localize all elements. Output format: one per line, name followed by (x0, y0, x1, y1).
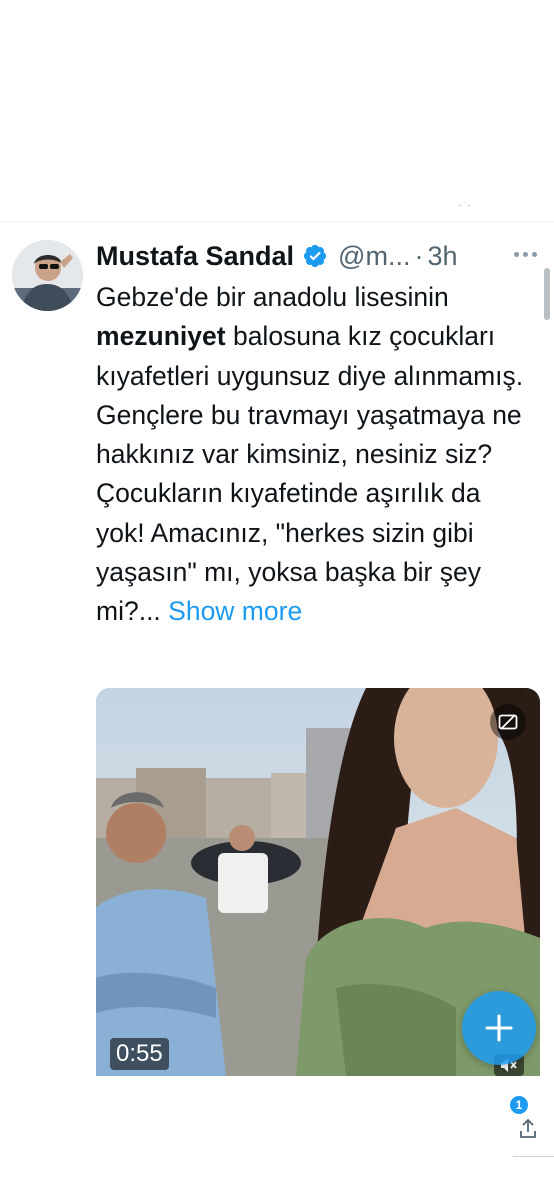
no-captions-icon[interactable] (490, 704, 526, 740)
tweet-header: Mustafa Sandal @m... · 3h (96, 236, 546, 276)
tweet-time[interactable]: 3h (427, 241, 457, 272)
video-duration: 0:55 (110, 1038, 169, 1070)
separator-dot: · (414, 240, 424, 271)
compose-button[interactable] (462, 991, 536, 1065)
author-name[interactable]: Mustafa Sandal (96, 241, 294, 272)
tweet-text-body: balosuna kız çocukları kıyafetleri uygun… (96, 321, 524, 627)
divider-bottom (513, 1156, 554, 1157)
more-horizontal-icon[interactable] (514, 244, 540, 264)
show-more-link[interactable]: Show more (168, 596, 302, 626)
tweet-text-line1: Gebze'de bir anadolu lisesinin (96, 282, 449, 312)
divider (0, 221, 554, 222)
tweet-text-bold: mezuniyet (96, 321, 226, 352)
action-strip (513, 1076, 554, 1156)
plus-icon (485, 1014, 513, 1042)
blank-area (0, 0, 554, 220)
loading-dots: ·· (458, 200, 477, 211)
verified-badge-icon (303, 244, 327, 268)
author-handle[interactable]: @m... (338, 241, 410, 272)
scrollbar[interactable] (544, 268, 550, 320)
tweet-text: Gebze'de bir anadolu lisesinin mezuniyet… (96, 278, 536, 632)
avatar[interactable] (12, 240, 83, 311)
notification-badge: 1 (510, 1096, 528, 1114)
share-icon[interactable] (518, 1118, 538, 1140)
